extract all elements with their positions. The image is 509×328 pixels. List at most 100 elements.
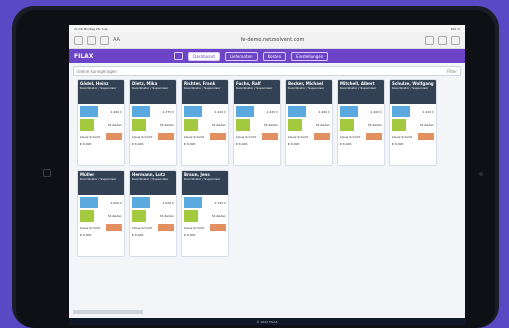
card-body: 2.410 h 34 Zeiten blaue Schicht € 6.000 <box>390 104 436 148</box>
back-icon[interactable] <box>87 35 96 45</box>
badge-text: € 6.000 <box>340 142 352 146</box>
card-subtitle: Koordinator / Supervisor <box>80 85 117 90</box>
card-header: Gödel, Heinz Koordinator / Supervisor <box>78 80 124 104</box>
tabs-icon[interactable] <box>451 35 460 45</box>
card-subtitle: Koordinator / Supervisor <box>340 85 377 90</box>
card-body: 2.125 h 34 Zeiten blaue Schicht € 6.000 <box>182 195 228 239</box>
card-header: Schulze, Wolfgang Koordinator / Supervis… <box>390 80 436 104</box>
tab-dashboard[interactable]: Dashboard <box>188 51 220 61</box>
capacity-value: 2.410 h <box>422 109 434 114</box>
capacity-chart <box>288 106 306 117</box>
badge-text: € 6.000 <box>132 233 144 237</box>
card-subtitle: Koordinator / Supervisor <box>80 176 117 181</box>
card-body: 2.400 h 34 Zeiten blaue Schicht € 6.000 <box>338 104 384 148</box>
screen: 11:00 Montag 28. Aug. 100 % AA fe-demo.n… <box>69 25 465 325</box>
text-size-label[interactable]: AA <box>113 37 120 43</box>
status-bar: 11:00 Montag 28. Aug. 100 % <box>69 25 465 32</box>
employee-card[interactable]: Gödel, Heinz Koordinator / Supervisor 2.… <box>77 79 125 166</box>
cost-badge <box>158 133 174 140</box>
tab-settings[interactable]: Einstellungen <box>291 51 329 61</box>
remaining-chart <box>288 119 302 131</box>
capacity-value: 2.000 h <box>162 200 174 205</box>
card-tag: blaue Schicht <box>392 134 413 139</box>
cost-badge <box>262 133 278 140</box>
employee-card[interactable]: Schulze, Wolfgang Koordinator / Supervis… <box>389 79 437 166</box>
capacity-value: 2.400 h <box>318 109 330 114</box>
tablet-frame: 11:00 Montag 28. Aug. 100 % AA fe-demo.n… <box>12 6 499 328</box>
remaining-chart <box>80 210 94 222</box>
capacity-chart <box>132 197 150 208</box>
employee-card[interactable]: Mitchell, Albert Koordinator / Superviso… <box>337 79 385 166</box>
card-header: Hermann, Lutz Koordinator / Supervisor <box>130 171 176 195</box>
remaining-value: 34 Zeiten <box>211 123 226 127</box>
card-header: Braun, Jens Koordinator / Supervisor <box>182 171 228 195</box>
capacity-value: 2.125 h <box>214 200 226 205</box>
sidebar-icon[interactable] <box>74 35 83 45</box>
badge-text: € 6.000 <box>392 142 404 146</box>
remaining-chart <box>184 119 198 131</box>
filter-label[interactable]: Filter <box>447 69 457 74</box>
remaining-value: 34 Zeiten <box>419 123 434 127</box>
card-subtitle: Koordinator / Supervisor <box>288 85 325 90</box>
remaining-chart <box>132 119 146 131</box>
menu-toggle-icon[interactable] <box>174 52 183 60</box>
employee-card[interactable]: Dietz, Mika Koordinator / Supervisor 2.3… <box>129 79 177 166</box>
card-header: Fuchs, Ralf Koordinator / Supervisor <box>234 80 280 104</box>
card-body: 2.000 h 34 Zeiten blaue Schicht € 6.000 <box>78 195 124 239</box>
capacity-chart <box>132 106 150 117</box>
card-tag: blaue Schicht <box>236 134 257 139</box>
card-header: Müller Koordinator / Supervisor <box>78 171 124 195</box>
employee-card[interactable]: Richter, Frank Koordinator / Supervisor … <box>181 79 229 166</box>
card-subtitle: Koordinator / Supervisor <box>184 85 221 90</box>
card-header: Dietz, Mika Koordinator / Supervisor <box>130 80 176 104</box>
remaining-chart <box>340 119 354 131</box>
tab-costs[interactable]: Kosten <box>262 51 287 61</box>
badge-text: € 6.000 <box>184 233 196 237</box>
capacity-chart <box>184 197 202 208</box>
capacity-chart <box>80 197 98 208</box>
employee-card[interactable]: Fuchs, Ralf Koordinator / Supervisor 2.4… <box>233 79 281 166</box>
employee-card[interactable]: Becker, Michael Koordinator / Supervisor… <box>285 79 333 166</box>
card-tag: blaue Schicht <box>340 134 361 139</box>
remaining-value: 34 Zeiten <box>315 123 330 127</box>
badge-text: € 6.000 <box>132 142 144 146</box>
badge-text: € 6.000 <box>288 142 300 146</box>
capacity-value: 2.400 h <box>370 109 382 114</box>
employee-card[interactable]: Müller Koordinator / Supervisor 2.000 h … <box>77 170 125 257</box>
badge-text: € 6.000 <box>80 142 92 146</box>
search-input[interactable]: online kunngeragen Filter <box>73 66 461 76</box>
remaining-value: 34 Zeiten <box>107 123 122 127</box>
remaining-chart <box>392 119 406 131</box>
capacity-value: 2.410 h <box>214 109 226 114</box>
capacity-value: 2.400 h <box>110 109 122 114</box>
badge-text: € 6.000 <box>236 142 248 146</box>
tab-suppliers[interactable]: Lieferanten <box>224 51 258 61</box>
card-subtitle: Koordinator / Supervisor <box>392 85 429 90</box>
cost-badge <box>106 133 122 140</box>
home-button[interactable] <box>43 169 51 177</box>
card-tag: blaue Schicht <box>80 225 101 230</box>
add-tab-icon[interactable] <box>438 35 447 45</box>
cost-badge <box>158 224 174 231</box>
card-tag: blaue Schicht <box>132 225 153 230</box>
remaining-value: 34 Zeiten <box>211 214 226 218</box>
capacity-chart <box>80 106 98 117</box>
page-status-line <box>73 310 143 314</box>
status-time: 11:00 Montag 28. Aug. <box>74 26 109 31</box>
address-text: fe-demo.netzsolvent.com <box>240 37 305 43</box>
employee-card[interactable]: Braun, Jens Koordinator / Supervisor 2.1… <box>181 170 229 257</box>
remaining-value: 34 Zeiten <box>159 214 174 218</box>
brand-logo[interactable]: FILAX <box>74 53 169 60</box>
cost-badge <box>366 133 382 140</box>
camera <box>479 172 483 176</box>
share-icon[interactable] <box>425 35 434 45</box>
card-header: Richter, Frank Koordinator / Supervisor <box>182 80 228 104</box>
employee-card[interactable]: Hermann, Lutz Koordinator / Supervisor 2… <box>129 170 177 257</box>
card-subtitle: Koordinator / Supervisor <box>184 176 221 181</box>
card-body: 2.400 h 34 Zeiten blaue Schicht € 6.000 <box>286 104 332 148</box>
capacity-value: 2.375 h <box>162 109 174 114</box>
remaining-value: 34 Zeiten <box>159 123 174 127</box>
status-battery: 100 % <box>450 26 460 31</box>
address-bar[interactable]: fe-demo.netzsolvent.com <box>124 37 421 43</box>
forward-icon[interactable] <box>100 35 109 45</box>
